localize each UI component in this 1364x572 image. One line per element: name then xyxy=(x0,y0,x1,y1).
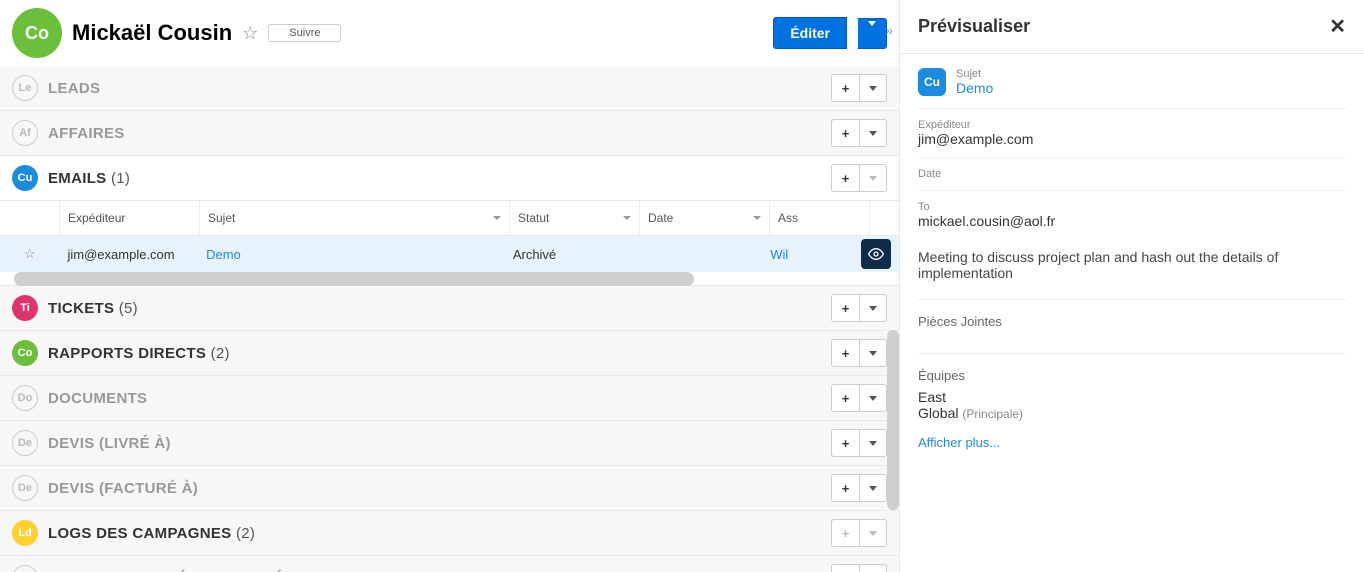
preview-eye-button[interactable] xyxy=(861,239,891,269)
panel-title: TICKETS (5) xyxy=(48,300,138,317)
row-subject-link[interactable]: Demo xyxy=(198,237,505,272)
email-row[interactable]: ☆ jim@example.com Demo Archivé Wil xyxy=(0,236,899,272)
horizontal-scrollbar-thumb[interactable] xyxy=(14,272,694,286)
panel-icon: Co xyxy=(12,340,38,366)
panel-dropdown-button[interactable] xyxy=(859,339,887,367)
col-subject[interactable]: Sujet xyxy=(200,201,510,235)
page-title: Mickaël Cousin xyxy=(72,20,232,46)
favorite-star-button[interactable]: ☆ xyxy=(242,23,258,44)
panel-affaires[interactable]: Af AFFAIRES + xyxy=(0,111,899,156)
from-value: jim@example.com xyxy=(918,131,1346,147)
email-table-header: Expéditeur Sujet Statut Date Ass xyxy=(0,201,899,236)
panel-logs-des-campagnes[interactable]: Ld LOGS DES CAMPAGNES (2) + xyxy=(0,511,899,556)
show-more-link[interactable]: Afficher plus... xyxy=(918,421,1000,450)
attachments-label: Pièces Jointes xyxy=(918,300,1346,335)
panel-title: DOCUMENTS xyxy=(48,390,147,407)
principal-suffix: (Principale) xyxy=(962,407,1023,421)
panel-emails[interactable]: Cu EMAILS (1) + xyxy=(0,156,899,201)
panel-icon: Do xyxy=(12,385,38,411)
add-button: + xyxy=(831,519,859,547)
add-button[interactable]: + xyxy=(831,474,859,502)
add-button[interactable]: + xyxy=(831,164,859,192)
panel-rapports-directs[interactable]: Co RAPPORTS DIRECTS (2) + xyxy=(0,331,899,376)
subject-link[interactable]: Demo xyxy=(956,80,993,96)
panel-confidentialit-des-donn-es[interactable]: DP CONFIDENTIALITÉ DES DONNÉES (0) + xyxy=(0,556,899,572)
add-button[interactable]: + xyxy=(831,429,859,457)
panel-tickets[interactable]: Ti TICKETS (5) + xyxy=(0,286,899,331)
col-from[interactable]: Expéditeur xyxy=(60,201,200,235)
panel-count: (1) xyxy=(111,170,130,187)
panel-title: EMAILS (1) xyxy=(48,170,130,187)
panel-documents[interactable]: Do DOCUMENTS + xyxy=(0,376,899,421)
col-star xyxy=(0,201,60,235)
contact-avatar: Co xyxy=(12,8,62,58)
panel-dropdown-button[interactable] xyxy=(859,564,887,572)
to-value: mickael.cousin@aol.fr xyxy=(918,213,1346,229)
follow-button[interactable]: Suivre xyxy=(268,24,341,42)
row-date xyxy=(634,244,763,264)
panel-title: AFFAIRES xyxy=(48,125,125,142)
panel-dropdown-button[interactable] xyxy=(859,119,887,147)
row-assigned-link[interactable]: Wil xyxy=(762,237,861,272)
add-button[interactable]: + xyxy=(831,564,859,572)
add-button[interactable]: + xyxy=(831,339,859,367)
to-label: To xyxy=(918,201,1346,213)
panel-icon: DP xyxy=(12,565,38,572)
from-label: Expéditeur xyxy=(918,119,1346,131)
panel-icon: Ld xyxy=(12,520,38,546)
panel-title: DEVIS (FACTURÉ À) xyxy=(48,480,198,497)
preview-title: Prévisualiser xyxy=(918,16,1030,37)
panel-title: LOGS DES CAMPAGNES (2) xyxy=(48,525,255,542)
panel-icon: Le xyxy=(12,75,38,101)
add-button[interactable]: + xyxy=(831,294,859,322)
email-body: Meeting to discuss project plan and hash… xyxy=(918,239,1346,291)
vertical-scrollbar[interactable] xyxy=(887,330,899,510)
teams-label: Équipes xyxy=(918,354,1346,389)
preview-avatar: Cu xyxy=(918,68,946,96)
add-button[interactable]: + xyxy=(831,119,859,147)
panel-title: DEVIS (LIVRÉ À) xyxy=(48,435,171,452)
expand-icon[interactable]: » xyxy=(879,20,899,40)
panel-dropdown-button[interactable] xyxy=(859,384,887,412)
panel-dropdown-button[interactable] xyxy=(859,74,887,102)
panel-dropdown-button[interactable] xyxy=(859,429,887,457)
panel-icon: Ti xyxy=(12,295,38,321)
panel-dropdown-button[interactable] xyxy=(859,474,887,502)
row-status: Archivé xyxy=(505,237,634,272)
panel-icon: Af xyxy=(12,120,38,146)
horizontal-scrollbar-track[interactable] xyxy=(0,272,899,286)
panel-icon: Cu xyxy=(12,165,38,191)
col-status[interactable]: Statut xyxy=(510,201,640,235)
panel-icon: De xyxy=(12,430,38,456)
row-from: jim@example.com xyxy=(60,237,199,272)
panel-count: (5) xyxy=(119,300,138,317)
panel-title: LEADS xyxy=(48,80,100,97)
close-icon[interactable]: ✕ xyxy=(1329,14,1346,39)
panel-title: RAPPORTS DIRECTS (2) xyxy=(48,345,230,362)
panel-devis-livr-[interactable]: De DEVIS (LIVRÉ À) + xyxy=(0,421,899,466)
add-button[interactable]: + xyxy=(831,74,859,102)
panel-dropdown-button xyxy=(859,519,887,547)
subject-label: Sujet xyxy=(956,68,993,80)
panel-icon: De xyxy=(12,475,38,501)
panel-count: (2) xyxy=(236,525,255,542)
col-date[interactable]: Date xyxy=(640,201,770,235)
row-star-icon[interactable]: ☆ xyxy=(0,236,60,272)
add-button[interactable]: + xyxy=(831,384,859,412)
edit-button[interactable]: Éditer xyxy=(773,17,847,49)
date-label: Date xyxy=(918,168,1346,180)
panel-count: (2) xyxy=(211,345,230,362)
team-value-1: Global xyxy=(918,405,958,421)
panel-dropdown-button[interactable] xyxy=(859,294,887,322)
panel-dropdown-button xyxy=(859,164,887,192)
panel-leads[interactable]: Le LEADS + xyxy=(0,66,899,111)
col-assigned[interactable]: Ass xyxy=(770,201,870,235)
panel-devis-factur-[interactable]: De DEVIS (FACTURÉ À) + xyxy=(0,466,899,511)
team-value-0: East xyxy=(918,389,1346,405)
